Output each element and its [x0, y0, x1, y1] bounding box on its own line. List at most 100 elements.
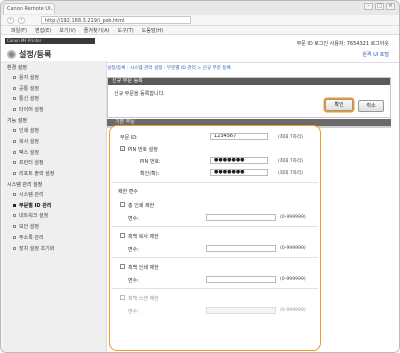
settings-icon [7, 50, 16, 59]
pin-checkbox-label: PIN 번호 설정 [128, 147, 158, 153]
sidebar-item-security[interactable]: 보안 설정 [3, 221, 106, 232]
ok-button[interactable]: 확인 [325, 99, 353, 111]
limit-range: (0-999999) [280, 215, 306, 220]
menu-bar: 파일(F) 편집(E) 보기(V) 즐겨찾기(A) 도구(T) 도움말(H) [1, 26, 399, 35]
limit-input-bw-copy[interactable] [206, 245, 276, 252]
portal-link[interactable]: 원격 UI 포털 [362, 51, 389, 58]
limit-checkbox-bw-scan[interactable] [120, 295, 125, 300]
sidebar-item-timer[interactable]: 타이머 설정 [3, 104, 106, 115]
bullet-icon [13, 97, 16, 101]
bullet-icon [13, 172, 16, 176]
limit-label-total-print: 총 인쇄 제한 [128, 203, 155, 209]
bullet-icon [13, 192, 16, 196]
forward-icon[interactable]: › [18, 17, 25, 24]
dept-form: 부문 ID: 1234567 (최대 7자리) ✓ PIN 번호 설정 PIN … [109, 125, 321, 351]
window-controls: – □ × [364, 3, 395, 10]
limit-label-bw-print: 흑백 인쇄 제한 [128, 265, 159, 271]
divider [112, 257, 318, 258]
sidebar-section-title: 시스템 관리 설정 [7, 182, 43, 189]
page-title-text: 설정/등록 [19, 50, 52, 59]
limit-checkbox-bw-print[interactable] [120, 264, 125, 269]
cancel-button[interactable]: 취소 [358, 100, 384, 112]
app-header: Canon MF Printer 설정/등록 부문 ID 로그인 사용자: 76… [1, 35, 399, 63]
panel-title: 신규 부문 등록 [108, 78, 390, 85]
panel-message: 신규 부문을 등록합니다. [114, 91, 165, 97]
bullet-icon [13, 161, 16, 165]
limit-count-label: 면수: [128, 247, 139, 253]
menu-view[interactable]: 보기(V) [59, 27, 76, 34]
bullet-icon [13, 150, 16, 154]
limit-input-bw-scan[interactable] [206, 307, 276, 314]
limit-range: (0-999999) [280, 308, 306, 313]
title-bar: Canon Remote UI... – □ × [1, 1, 399, 15]
page-title: 설정/등록 [7, 49, 51, 60]
sidebar-item-paper[interactable]: 용지 설정 [3, 72, 106, 83]
limit-label-bw-copy: 흑백 복사 제한 [128, 234, 159, 240]
main-content: 설정/등록 : 시스템 관리 설정 : 부문별 ID 관리 > 신규 부문 등록… [107, 63, 399, 352]
limits-title: 제한 면수 [118, 189, 138, 195]
bullet-icon [13, 108, 16, 112]
pin-checkbox[interactable]: ✓ [120, 146, 125, 151]
limit-count-label: 면수: [128, 278, 139, 284]
sidebar-section-title: 기능 설정 [7, 118, 27, 125]
dept-id-hint: (최대 7자리) [278, 135, 303, 140]
limit-input-total-print[interactable] [206, 214, 276, 221]
limit-range: (0-999999) [280, 277, 306, 282]
limit-checkbox-bw-copy[interactable] [120, 233, 125, 238]
limit-input-bw-print[interactable] [206, 276, 276, 283]
bullet-icon [13, 86, 16, 90]
bullet-icon [13, 75, 16, 79]
pin-input[interactable]: ●●●●●●● [210, 157, 268, 164]
sidebar-item-system[interactable]: 시스템 관리 [3, 189, 106, 200]
url-input[interactable]: http://192.168.3.219/i_psb.html [41, 16, 191, 24]
limit-label-bw-scan: 흑백 스캔 제한 [128, 296, 159, 302]
browser-tab[interactable]: Canon Remote UI... [3, 3, 55, 14]
menu-file[interactable]: 파일(F) [11, 27, 27, 34]
maximize-button[interactable]: □ [375, 3, 384, 10]
limit-checkbox-total-print[interactable] [120, 202, 125, 207]
sidebar-item-fax[interactable]: 팩스 설정 [3, 147, 106, 158]
sidebar-item-print[interactable]: 인쇄 설정 [3, 125, 106, 136]
new-dept-panel: 신규 부문 등록 신규 부문을 등록합니다. 확인 취소 [107, 77, 391, 118]
menu-favorites[interactable]: 즐겨찾기(A) [84, 27, 110, 34]
menu-tools[interactable]: 도구(T) [118, 27, 134, 34]
pin-hint: (최대 7자리) [278, 159, 303, 164]
confirm-input[interactable]: ●●●●●●● [210, 169, 268, 176]
limit-count-label: 면수: [128, 216, 139, 222]
dept-id-input[interactable]: 1234567 [210, 133, 268, 140]
bullet-icon [13, 246, 16, 250]
bullet-icon [13, 129, 16, 133]
browser-window: Canon Remote UI... – □ × ‹ › http://192.… [0, 0, 400, 353]
bullet-icon [13, 203, 16, 207]
sidebar-item-report[interactable]: 리포트 출력 설정 [3, 168, 106, 179]
menu-help[interactable]: 도움말(H) [142, 27, 163, 34]
pin-label: PIN 번호: [140, 159, 161, 165]
user-info[interactable]: 부문 ID 로그인 사용자: 7654321 로그아웃 [297, 40, 389, 47]
sidebar-section-title: 환경 설정 [7, 65, 27, 71]
menu-edit[interactable]: 편집(E) [35, 27, 51, 34]
minimize-button[interactable]: – [364, 3, 373, 10]
sidebar-item-comm[interactable]: 통신 설정 [3, 94, 106, 105]
product-name: Canon MF Printer [5, 38, 95, 44]
breadcrumb[interactable]: 설정/등록 : 시스템 관리 설정 : 부문별 ID 관리 > 신규 부문 등록 [107, 65, 231, 71]
sidebar-item-addressbook[interactable]: 주소록 관리 [3, 232, 106, 243]
address-bar: ‹ › http://192.168.3.219/i_psb.html [1, 15, 399, 26]
sidebar-item-printer[interactable]: 프린터 설정 [3, 157, 106, 168]
bullet-icon [13, 236, 16, 240]
sidebar-item-dept-id[interactable]: 부문별 ID 관리 [3, 200, 106, 211]
confirm-label: 확인(확): [140, 171, 160, 177]
sidebar-item-common[interactable]: 공통 설정 [3, 83, 106, 94]
bullet-icon [13, 139, 16, 143]
close-button[interactable]: × [386, 3, 395, 10]
bullet-icon [13, 214, 16, 218]
divider [112, 182, 318, 183]
dept-id-label: 부문 ID: [120, 135, 138, 141]
confirm-hint: (최대 7자리) [278, 171, 303, 176]
bullet-icon [13, 225, 16, 229]
back-icon[interactable]: ‹ [7, 17, 14, 24]
sidebar-item-reset[interactable]: 장치 설정 초기화 [3, 243, 106, 254]
sidebar-item-copy[interactable]: 복사 설정 [3, 136, 106, 147]
sidebar-item-network[interactable]: 네트워크 설정 [3, 211, 106, 222]
divider [112, 226, 318, 227]
divider [112, 288, 318, 289]
